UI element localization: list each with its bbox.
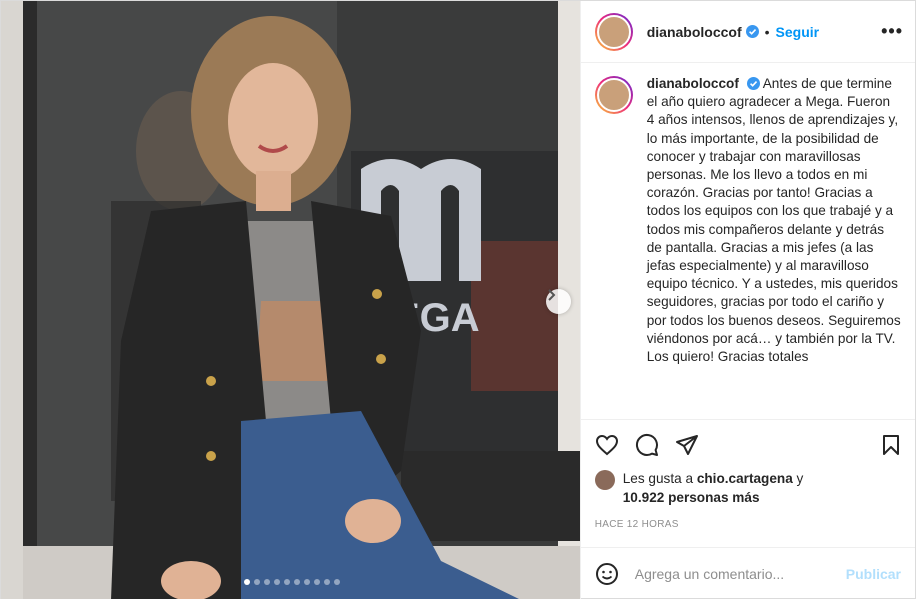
instagram-post: EGA dianaboloccof • Seguir ••• dianabolo… [0, 0, 916, 599]
comment-box: Agrega un comentario... Publicar [580, 547, 915, 599]
more-options-button[interactable]: ••• [881, 21, 903, 42]
post-header: dianaboloccof • Seguir ••• [580, 1, 915, 63]
comment-icon[interactable] [635, 433, 659, 457]
post-timestamp[interactable]: HACE 12 HORAS [581, 507, 915, 547]
liker-avatar[interactable] [594, 470, 615, 490]
comment-input[interactable]: Agrega un comentario... [635, 566, 846, 582]
verified-badge-icon [745, 25, 759, 38]
action-bar [580, 419, 915, 469]
heart-icon[interactable] [595, 434, 619, 456]
caption-avatar[interactable] [594, 76, 633, 114]
carousel-dot [313, 579, 320, 585]
likes-user-link[interactable]: chio.cartagena [697, 471, 793, 486]
verified-badge-icon [746, 77, 760, 90]
avatar-image [596, 78, 631, 112]
carousel-dot [333, 579, 340, 585]
carousel-indicator [1, 579, 580, 585]
caption-area: dianaboloccof Antes de que termine el añ… [581, 63, 915, 419]
carousel-dot [273, 579, 280, 585]
next-photo-button[interactable] [546, 289, 571, 314]
follow-button[interactable]: Seguir [776, 24, 820, 40]
publish-button[interactable]: Publicar [846, 566, 901, 582]
post-sidebar: dianaboloccof • Seguir ••• dianaboloccof… [580, 1, 915, 599]
profile-avatar[interactable] [594, 12, 633, 51]
caption-body: Antes de que termine el año quiero agrad… [646, 76, 901, 365]
emoji-icon[interactable] [595, 562, 619, 586]
carousel-dot [263, 579, 270, 585]
bookmark-icon[interactable] [881, 434, 901, 456]
header-username[interactable]: dianaboloccof [647, 24, 742, 40]
likes-summary: Les gusta a chio.cartagena y 10.922 pers… [581, 469, 915, 507]
likes-and: y [796, 471, 804, 486]
share-icon[interactable] [675, 434, 699, 456]
carousel-dot [253, 579, 260, 585]
avatar-image [596, 14, 631, 49]
carousel-dot [283, 579, 290, 585]
likes-prefix: Les gusta a [622, 471, 694, 486]
post-media[interactable]: EGA [1, 1, 581, 599]
carousel-dot [303, 579, 310, 585]
post-caption: dianaboloccof Antes de que termine el añ… [647, 75, 901, 419]
caption-username[interactable]: dianaboloccof [647, 76, 739, 91]
carousel-dot [293, 579, 300, 585]
carousel-dot [323, 579, 330, 585]
carousel-dot [243, 579, 250, 585]
chevron-right-icon [548, 289, 556, 301]
header-separator: • [764, 23, 770, 40]
likes-count-link[interactable]: 10.922 personas más [623, 490, 760, 505]
post-photo: EGA [1, 1, 580, 599]
